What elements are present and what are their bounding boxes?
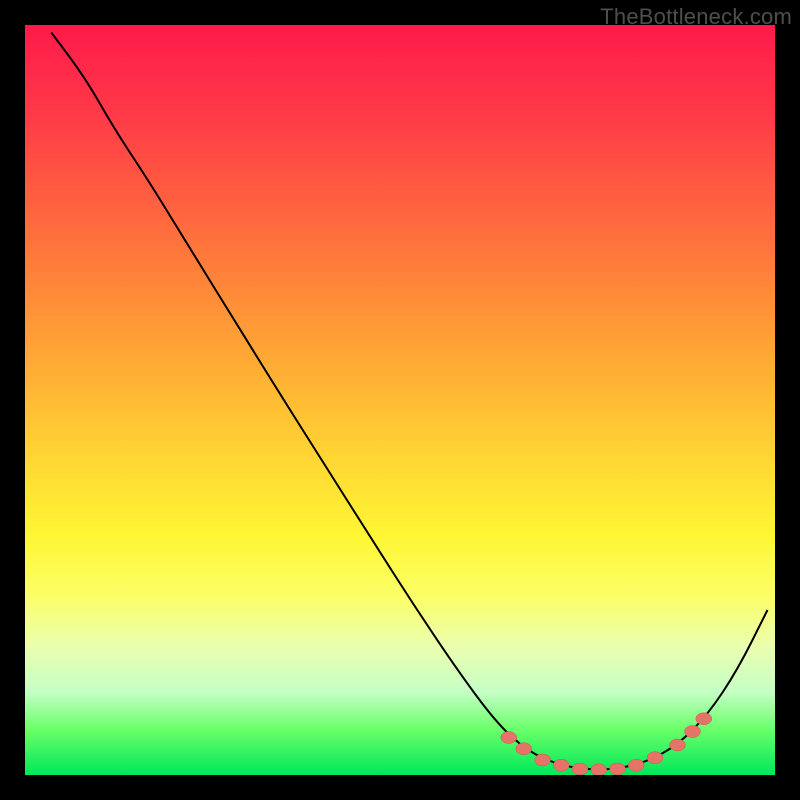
chart-marker: [535, 754, 551, 766]
chart-curve: [51, 33, 767, 770]
chart-svg-layer: [25, 25, 775, 775]
chart-marker: [501, 732, 517, 744]
chart-frame: TheBottleneck.com: [0, 0, 800, 800]
chart-marker: [591, 764, 607, 775]
chart-marker: [516, 743, 532, 755]
chart-marker-group: [501, 713, 712, 775]
chart-marker: [647, 752, 663, 764]
chart-marker: [628, 759, 644, 771]
chart-marker: [572, 763, 588, 775]
chart-marker: [696, 713, 712, 725]
watermark-text: TheBottleneck.com: [600, 4, 792, 30]
chart-marker: [610, 763, 626, 775]
chart-marker: [553, 759, 569, 771]
chart-plot-area: [25, 25, 775, 775]
chart-marker: [670, 739, 686, 751]
chart-marker: [685, 726, 701, 738]
